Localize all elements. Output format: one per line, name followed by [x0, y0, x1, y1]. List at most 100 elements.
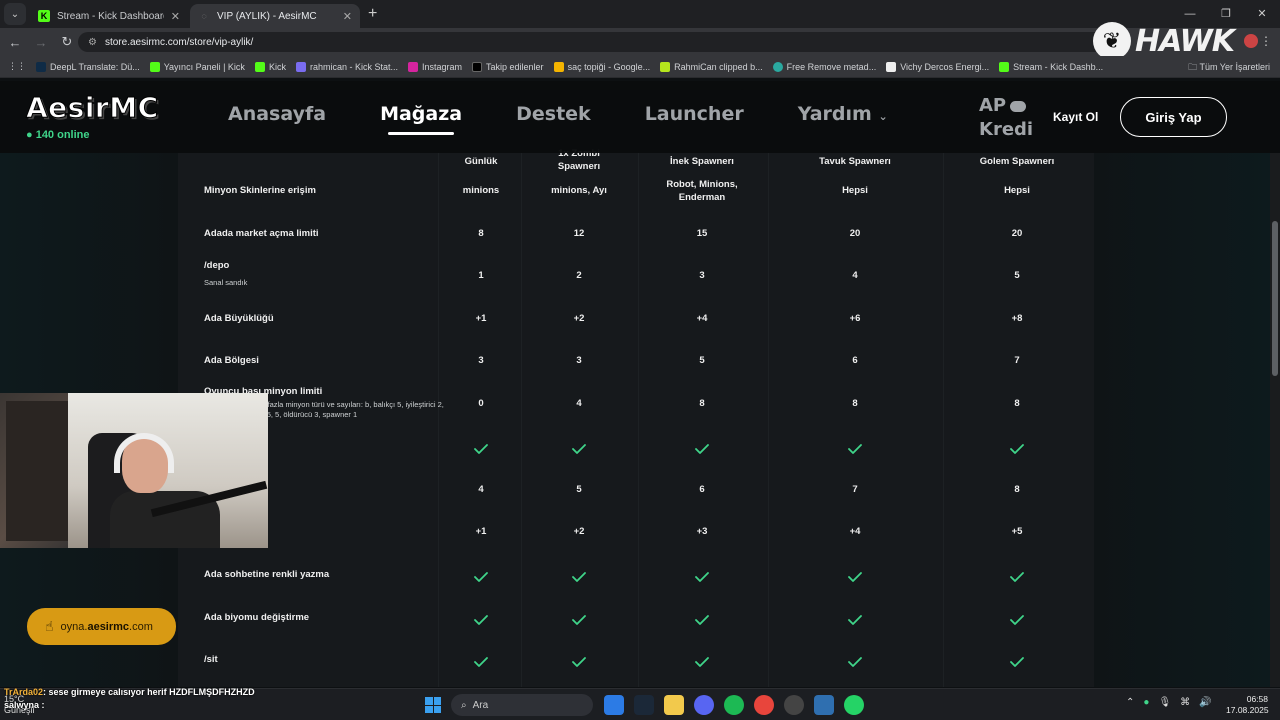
scrollbar-thumb[interactable] — [1272, 221, 1278, 376]
close-tab-icon[interactable]: ✕ — [171, 10, 180, 23]
plan-value: 12 — [573, 228, 585, 239]
bookmark-metadata[interactable]: Free Remove metad... — [772, 61, 876, 72]
plan-value: minions — [462, 185, 500, 196]
reload-button[interactable]: ↻ — [54, 34, 80, 50]
extension-icon[interactable] — [1244, 34, 1258, 48]
plan-value: 8 — [699, 398, 705, 409]
steam-icon[interactable] — [634, 695, 654, 715]
bookmark-kick-panel[interactable]: Yayıncı Paneli | Kick — [149, 61, 245, 72]
check-icon — [695, 612, 709, 625]
plan-value: 1 — [478, 270, 484, 281]
close-tab-icon[interactable]: ✕ — [343, 10, 352, 23]
network-icon[interactable]: ⌘ — [1180, 697, 1190, 708]
forward-button[interactable]: → — [28, 35, 54, 50]
vip-comparison-table: Günlük 1x Zombi Spawnerı İnek Spawnerı Tavu… — [178, 148, 1094, 687]
plan-value: 3 — [576, 355, 582, 366]
spotify-icon[interactable] — [724, 695, 744, 715]
plan-value: +5 — [1011, 526, 1023, 537]
bookmark-kick[interactable]: Kick — [254, 61, 286, 72]
coin-icon — [1010, 100, 1027, 112]
bookmark-instagram[interactable]: Instagram — [407, 61, 462, 72]
browser-tab-strip: ⌄ K Stream - Kick Dashboard ✕ ◌ VİP (AYL… — [0, 0, 1280, 28]
check-icon — [848, 612, 862, 625]
chevron-up-icon[interactable]: ⌃ — [1126, 697, 1134, 708]
bookmark-stream-dashboard[interactable]: Stream - Kick Dashb... — [999, 61, 1103, 72]
bookmark-deepl[interactable]: DeepL Translate: Dü... — [36, 61, 140, 72]
bookmark-google[interactable]: saç topiği - Google... — [553, 61, 650, 72]
check-icon — [572, 612, 586, 625]
streamer-webcam — [0, 393, 268, 548]
bookmark-clip[interactable]: RahmiCan clipped b... — [660, 61, 763, 72]
taskbar-clock[interactable]: 06:58 17.08.2025 — [1226, 694, 1269, 716]
feature-label: Adada market açma limiti — [204, 228, 319, 239]
bookmark-kick-stats[interactable]: rahmican - Kick Stat... — [295, 61, 398, 72]
plan-header: İnek Spawnerı — [670, 156, 734, 167]
nav-magaza[interactable]: Mağaza — [380, 103, 462, 135]
plan-value: 20 — [1011, 228, 1023, 239]
table-row: e sayısı+1+2+3+4+5 — [178, 510, 1094, 552]
login-button[interactable]: Giriş Yap — [1120, 97, 1227, 137]
apps-icon[interactable]: ⋮⋮ — [8, 61, 26, 72]
address-bar[interactable]: ⚙ store.aesirmc.com/store/vip-aylik/ — [78, 32, 1108, 52]
table-row: Oyuncu başı minyon limiti ilcek en fazla … — [178, 382, 1094, 424]
server-address-button[interactable]: ☝ oyna.aesirmc.com — [27, 608, 176, 645]
bookmark-x[interactable]: Takip edilenler — [472, 61, 544, 72]
file-explorer-icon[interactable] — [664, 695, 684, 715]
plan-value: minions, Ayı — [551, 185, 607, 196]
check-icon — [848, 654, 862, 667]
start-icon[interactable] — [425, 697, 441, 713]
feature-label: Ada Büyüklüğü — [204, 313, 274, 324]
nav-yardim[interactable]: Yardım ⌄ — [798, 103, 888, 125]
all-bookmarks-folder[interactable]: 🗀 Tüm Yer İşaretleri — [1188, 60, 1270, 76]
plan-value: 7 — [1014, 355, 1020, 366]
page-scrollbar[interactable] — [1270, 153, 1280, 687]
discord-icon[interactable] — [694, 695, 714, 715]
tab-search-button[interactable]: ⌄ — [4, 3, 26, 25]
table-row: /depo Sanal sandık 1 2 3 4 5 — [178, 254, 1094, 296]
hawk-watermark: ❦ HAWK — [1092, 22, 1258, 60]
chat-message: TrArda02: sese girmeye calısıyor herif H… — [4, 687, 255, 697]
new-tab-button[interactable]: + — [368, 5, 377, 23]
status-dot-icon[interactable]: ● — [1143, 697, 1149, 708]
plan-value: 8 — [478, 228, 484, 239]
check-icon — [695, 654, 709, 667]
chrome-icon[interactable] — [754, 695, 774, 715]
microphone-icon[interactable]: 🎙 — [1158, 697, 1171, 708]
plan-header: Tavuk Spawnerı — [819, 156, 891, 167]
plan-value: 4 — [852, 270, 858, 281]
feature-label: Minyon Skinlerine erişim — [204, 185, 316, 196]
obs-icon[interactable] — [784, 695, 804, 715]
table-row: /sit — [178, 638, 1094, 680]
table-row: Ada Bölgesi 3 3 5 6 7 — [178, 339, 1094, 381]
plan-value: +1 — [475, 313, 487, 324]
photos-icon[interactable] — [604, 695, 624, 715]
stream-chat-overlay: TrArda02: sese girmeye calısıyor herif H… — [4, 686, 255, 711]
whatsapp-icon[interactable] — [844, 695, 864, 715]
online-count: ● 140 online — [26, 129, 90, 141]
tab-kick-dashboard[interactable]: K Stream - Kick Dashboard ✕ — [30, 4, 188, 28]
chat-message: salwyna : — [4, 700, 45, 710]
check-icon — [695, 441, 709, 454]
app-icon[interactable] — [814, 695, 834, 715]
site-info-icon[interactable]: ⚙ — [88, 37, 97, 48]
nav-launcher[interactable]: Launcher — [645, 103, 744, 125]
browser-menu-icon[interactable]: ⋮ — [1260, 34, 1272, 48]
register-link[interactable]: Kayıt Ol — [1053, 110, 1098, 124]
ap-kredi-link[interactable]: AP Kredi — [979, 94, 1049, 142]
site-logo[interactable]: AesirMC — [26, 91, 159, 125]
main-nav: Anasayfa Mağaza Destek Launcher Yardım ⌄ — [228, 103, 888, 135]
plan-value: Hepsi — [1004, 185, 1030, 196]
volume-icon[interactable]: 🔊 — [1199, 697, 1211, 708]
plan-value: 4 — [478, 484, 484, 495]
nav-anasayfa[interactable]: Anasayfa — [228, 103, 326, 125]
bookmark-vichy[interactable]: Vichy Dercos Energi... — [886, 61, 989, 72]
nav-destek[interactable]: Destek — [516, 103, 591, 125]
plan-value: +2 — [573, 313, 585, 324]
taskbar-search[interactable]: ⌕ Ara — [451, 694, 593, 716]
tab-vip-aylik[interactable]: ◌ VİP (AYLIK) - AesirMC ✕ — [190, 4, 360, 28]
check-icon — [572, 569, 586, 582]
plan-value: 6 — [852, 355, 858, 366]
back-button[interactable]: ← — [2, 35, 28, 50]
taskbar-apps — [604, 695, 864, 715]
check-icon — [1010, 654, 1024, 667]
